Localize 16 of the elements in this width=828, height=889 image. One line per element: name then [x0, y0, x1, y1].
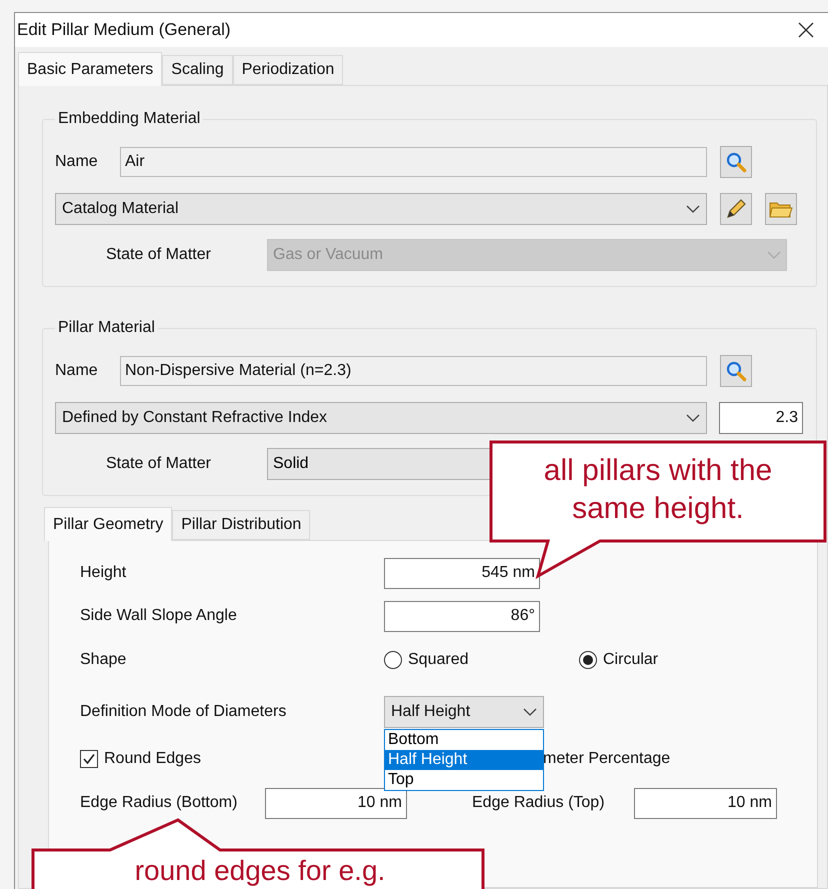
- group-title: Embedding Material: [57, 109, 202, 129]
- option-label: meter Percentage: [543, 749, 670, 769]
- height-label: Height: [80, 563, 128, 583]
- window-title: Edit Pillar Medium (General): [17, 19, 231, 42]
- shape-label: Shape: [80, 650, 128, 670]
- name-label: Name: [55, 152, 99, 172]
- state-of-matter-label: State of Matter: [106, 454, 212, 474]
- state-of-matter-label: State of Matter: [106, 245, 212, 265]
- callout-text: all pillars with the same height.: [542, 453, 774, 527]
- edge-radius-top-label: Edge Radius (Top): [472, 793, 606, 813]
- name-label: Name: [55, 361, 99, 381]
- callout-text: round edges for e.g.: [134, 855, 386, 887]
- group-title: Pillar Material: [57, 318, 156, 338]
- slope-angle-label: Side Wall Slope Angle: [80, 606, 238, 626]
- diameter-mode-label: Definition Mode of Diameters: [80, 702, 288, 722]
- edge-radius-bottom-label: Edge Radius (Bottom): [80, 793, 238, 813]
